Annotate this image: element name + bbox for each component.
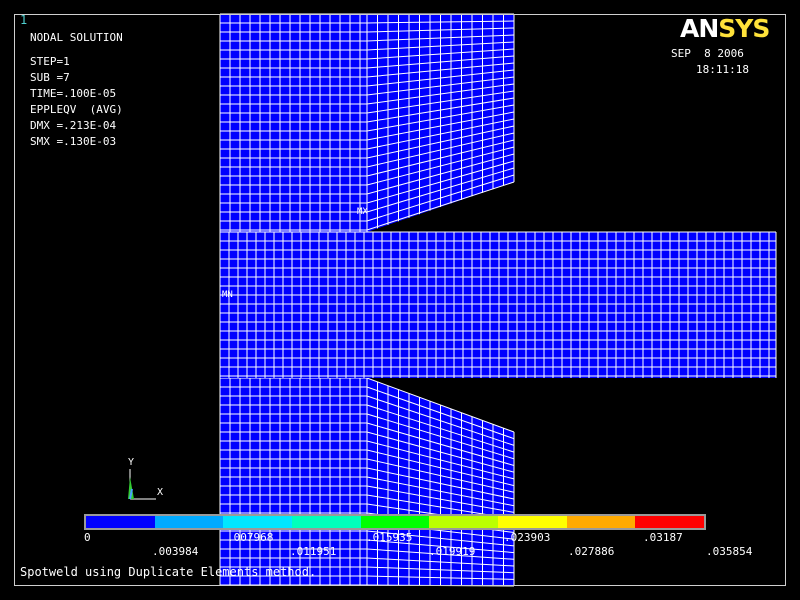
- smx-line: SMX =.130E-03: [30, 135, 117, 148]
- legend-label: .011951: [290, 545, 337, 558]
- legend-label-min: 0: [84, 531, 91, 544]
- legend-label: .03187: [643, 531, 683, 544]
- time-line: TIME=.100E-05: [30, 87, 117, 100]
- center-strip: [220, 232, 776, 378]
- legend-swatch: [635, 516, 705, 528]
- triad-x-label: X: [157, 487, 164, 498]
- legend-label: .015935: [366, 531, 413, 544]
- panel-title: NODAL SOLUTION: [30, 31, 123, 44]
- graphics-viewport[interactable]: 1 NODAL SOLUTION STEP=1 SUB =7 TIME=.100…: [0, 0, 800, 600]
- legend-swatch: [154, 516, 224, 528]
- legend-label: .003984: [152, 545, 199, 558]
- legend-label: .007968: [227, 531, 274, 544]
- legend-label: .027886: [568, 545, 615, 558]
- legend-label: .019919: [429, 545, 476, 558]
- legend-swatch: [429, 516, 499, 528]
- legend-swatch: [223, 516, 293, 528]
- contour-legend-bar: [84, 514, 706, 530]
- legend-swatch: [498, 516, 567, 528]
- plot-caption: Spotweld using Duplicate Elements method…: [20, 565, 317, 579]
- triad-y-label: Y: [128, 457, 135, 468]
- legend-label-max: .035854: [706, 545, 753, 558]
- window-number: 1: [20, 13, 28, 27]
- legend-swatch: [360, 516, 430, 528]
- result-item-line: EPPLEQV (AVG): [30, 103, 123, 116]
- min-marker: MN: [222, 290, 233, 300]
- max-marker: MX: [357, 207, 368, 217]
- dmx-line: DMX =.213E-04: [30, 119, 117, 132]
- time-stamp: 18:11:18: [696, 63, 749, 76]
- legend-swatch: [566, 516, 636, 528]
- ansys-logo: ANSYS: [680, 14, 770, 43]
- date-stamp: SEP 8 2006: [671, 47, 744, 60]
- substep-line: SUB =7: [30, 71, 70, 84]
- legend-swatch: [292, 516, 361, 528]
- step-line: STEP=1: [30, 55, 70, 68]
- top-plate-block: [220, 14, 367, 232]
- fe-mesh-plot: [219, 13, 777, 587]
- legend-swatch: [86, 516, 155, 528]
- legend-label: .023903: [504, 531, 551, 544]
